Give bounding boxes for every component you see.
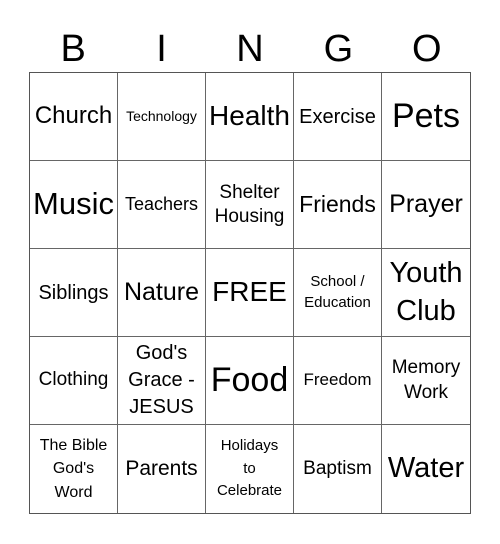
header-letter-i: I xyxy=(156,28,167,70)
header-letter-g: G xyxy=(323,28,354,70)
bingo-cell[interactable]: Water xyxy=(382,425,470,513)
bingo-cell[interactable]: The Bible God's Word xyxy=(30,425,118,513)
bingo-cell[interactable]: Exercise xyxy=(294,73,382,161)
bingo-cell[interactable]: Food xyxy=(206,337,294,425)
bingo-cell[interactable]: School / Education xyxy=(294,249,382,337)
bingo-cell[interactable]: God's Grace - JESUS xyxy=(118,337,206,425)
header-letter-o: O xyxy=(411,28,442,70)
bingo-cell[interactable]: Technology xyxy=(118,73,206,161)
bingo-cell[interactable]: Youth Club xyxy=(382,249,470,337)
bingo-grid: Church Technology Health Exercise Pets M… xyxy=(29,72,471,514)
bingo-cell[interactable]: Nature xyxy=(118,249,206,337)
bingo-cell[interactable]: Parents xyxy=(118,425,206,513)
bingo-cell[interactable]: Friends xyxy=(294,161,382,249)
header-letter-b: B xyxy=(60,28,86,70)
bingo-cell[interactable]: Church xyxy=(30,73,118,161)
bingo-cell[interactable]: Teachers xyxy=(118,161,206,249)
bingo-cell[interactable]: Shelter Housing xyxy=(206,161,294,249)
bingo-cell[interactable]: Pets xyxy=(382,73,470,161)
header-letter-n: N xyxy=(236,28,264,70)
bingo-cell[interactable]: Freedom xyxy=(294,337,382,425)
bingo-cell[interactable]: Siblings xyxy=(30,249,118,337)
bingo-cell[interactable]: Baptism xyxy=(294,425,382,513)
bingo-cell[interactable]: Clothing xyxy=(30,337,118,425)
bingo-cell[interactable]: Music xyxy=(30,161,118,249)
bingo-cell[interactable]: Prayer xyxy=(382,161,470,249)
free-space-cell[interactable]: FREE xyxy=(206,249,294,337)
bingo-cell[interactable]: Memory Work xyxy=(382,337,470,425)
bingo-cell[interactable]: Holidays to Celebrate xyxy=(206,425,294,513)
bingo-cell[interactable]: Health xyxy=(206,73,294,161)
bingo-header: B I N G O xyxy=(29,26,471,72)
